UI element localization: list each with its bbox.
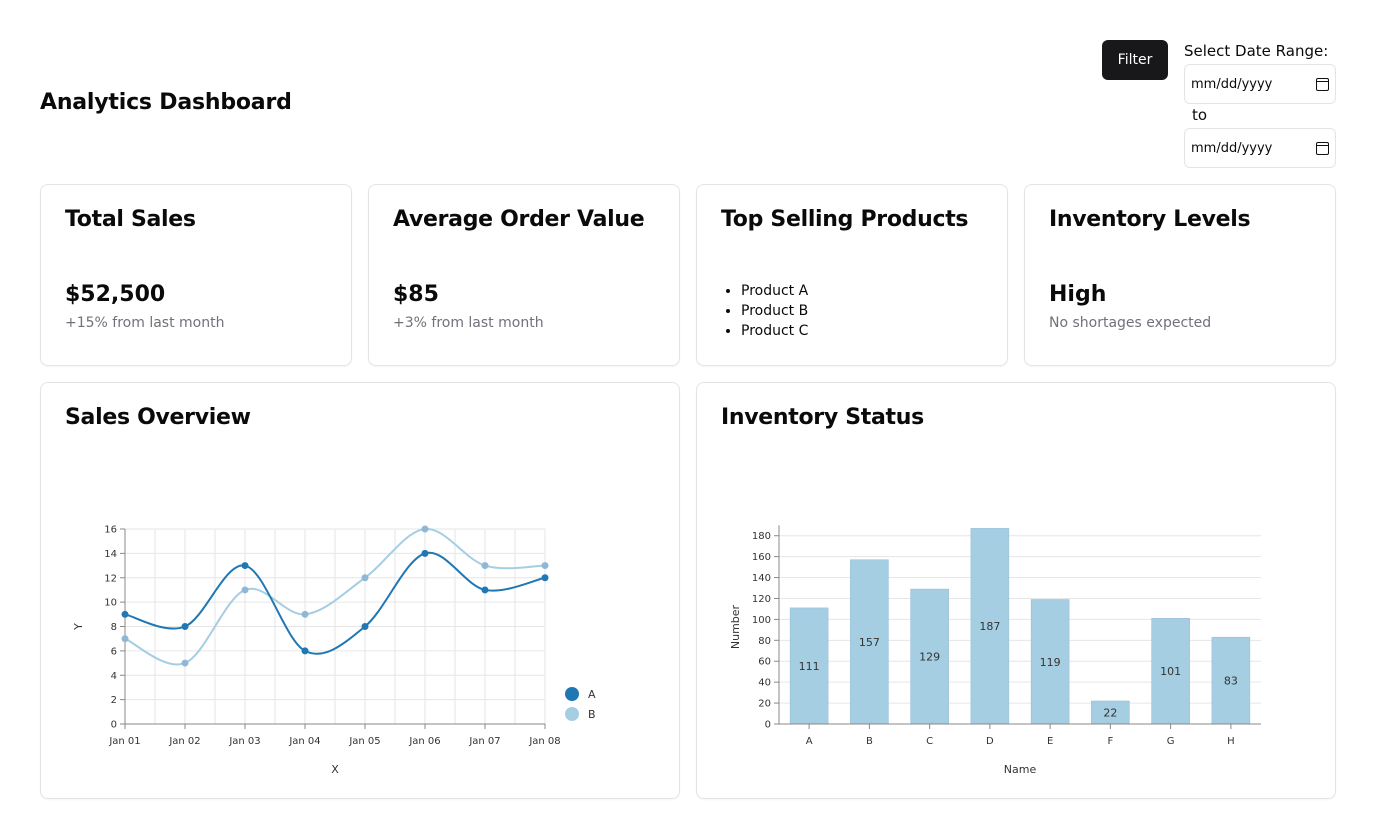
y-tick-label: 2 bbox=[111, 695, 117, 706]
bar-value-label: 22 bbox=[1103, 706, 1117, 719]
data-point bbox=[121, 635, 129, 643]
calendar-icon[interactable] bbox=[1316, 77, 1329, 91]
y-axis-label: Number bbox=[729, 604, 742, 649]
data-point bbox=[301, 610, 309, 618]
y-tick-label: 180 bbox=[752, 531, 771, 542]
legend-swatch bbox=[565, 707, 579, 721]
card-title: Top Selling Products bbox=[721, 207, 969, 232]
y-tick-label: 20 bbox=[758, 699, 771, 710]
bar-value-label: 83 bbox=[1224, 675, 1238, 688]
data-point bbox=[361, 623, 369, 630]
date-to-placeholder: mm/dd/yyyy bbox=[1191, 140, 1273, 156]
data-point bbox=[181, 659, 189, 667]
bar-value-label: 111 bbox=[799, 660, 820, 673]
list-item: Product C bbox=[741, 321, 808, 341]
x-tick-label: E bbox=[1047, 736, 1053, 747]
x-tick-label: A bbox=[806, 736, 813, 747]
y-tick-label: 10 bbox=[104, 598, 117, 609]
x-tick-label: Jan 08 bbox=[528, 736, 560, 747]
x-tick-label: Jan 07 bbox=[468, 736, 500, 747]
y-tick-label: 120 bbox=[752, 594, 771, 605]
stat-value: $85 bbox=[393, 282, 439, 307]
date-range-label: Select Date Range: bbox=[1184, 42, 1329, 60]
y-axis-label: Y bbox=[72, 623, 85, 631]
stat-note: No shortages expected bbox=[1049, 315, 1212, 331]
data-point bbox=[121, 610, 129, 618]
y-tick-label: 4 bbox=[111, 671, 117, 682]
legend-swatch bbox=[565, 687, 579, 701]
x-tick-label: Jan 04 bbox=[288, 736, 320, 747]
sales-overview-panel: Sales Overview 0 2 4 6 8 10 12 14 16 Jan 01 Jan 02… bbox=[40, 382, 680, 799]
bar-value-label: 129 bbox=[919, 651, 940, 664]
y-tick-label: 0 bbox=[111, 720, 117, 731]
legend-label: B bbox=[588, 708, 596, 721]
data-point bbox=[541, 562, 549, 570]
stat-value: High bbox=[1049, 282, 1107, 307]
bar-value-label: 157 bbox=[859, 636, 880, 649]
y-tick-label: 60 bbox=[758, 657, 771, 668]
stat-value: $52,500 bbox=[65, 282, 166, 307]
y-tick-label: 0 bbox=[765, 720, 771, 731]
x-tick-label: B bbox=[866, 736, 873, 747]
card-title: Inventory Levels bbox=[1049, 207, 1251, 232]
y-tick-label: 8 bbox=[111, 622, 117, 633]
y-tick-label: 12 bbox=[104, 573, 117, 584]
total-sales-card: Total Sales $52,500 +15% from last month bbox=[40, 184, 352, 366]
date-to-input[interactable]: mm/dd/yyyy bbox=[1184, 128, 1336, 168]
average-order-card: Average Order Value $85 +3% from last mo… bbox=[368, 184, 680, 366]
data-point bbox=[541, 574, 549, 582]
stat-change: +15% from last month bbox=[65, 315, 225, 331]
x-tick-label: Jan 06 bbox=[408, 736, 440, 747]
x-tick-label: Jan 02 bbox=[168, 736, 200, 747]
y-tick-label: 140 bbox=[752, 573, 771, 584]
y-tick-label: 14 bbox=[104, 549, 117, 560]
sales-line-chart: 0 2 4 6 8 10 12 14 16 Jan 01 Jan 02 Jan 03 Jan 04 Jan… bbox=[72, 525, 596, 777]
date-separator: to bbox=[1192, 106, 1208, 124]
x-tick-label: D bbox=[986, 736, 994, 747]
data-point bbox=[241, 562, 249, 570]
y-tick-label: 80 bbox=[758, 636, 771, 647]
x-tick-label: Jan 03 bbox=[228, 736, 260, 747]
y-tick-label: 160 bbox=[752, 552, 771, 563]
y-tick-label: 40 bbox=[758, 678, 771, 689]
calendar-icon[interactable] bbox=[1316, 141, 1329, 155]
x-tick-label: G bbox=[1167, 736, 1175, 747]
card-title: Average Order Value bbox=[393, 207, 645, 232]
data-point bbox=[241, 586, 249, 594]
bar-value-label: 101 bbox=[1160, 665, 1181, 678]
x-axis-label: X bbox=[331, 763, 339, 776]
date-from-placeholder: mm/dd/yyyy bbox=[1191, 76, 1273, 92]
x-tick-label: F bbox=[1107, 736, 1113, 747]
list-item: Product B bbox=[741, 301, 808, 321]
inventory-status-panel: Inventory Status 0 20 40 60 80 100 120 140 160 18… bbox=[696, 382, 1336, 799]
x-tick-label: H bbox=[1227, 736, 1235, 747]
data-point bbox=[181, 623, 189, 630]
data-point bbox=[421, 549, 429, 557]
x-tick-label: C bbox=[926, 736, 933, 747]
data-point bbox=[481, 586, 489, 594]
bar-value-label: 187 bbox=[979, 620, 1000, 633]
inventory-levels-card: Inventory Levels High No shortages expec… bbox=[1024, 184, 1336, 366]
x-axis-label: Name bbox=[1004, 763, 1037, 776]
card-title: Total Sales bbox=[65, 207, 196, 232]
x-tick-label: Jan 05 bbox=[348, 736, 380, 747]
y-tick-label: 100 bbox=[752, 615, 771, 626]
stat-change: +3% from last month bbox=[393, 315, 544, 331]
inventory-bar-chart: 0 20 40 60 80 100 120 140 160 180 111 A 157 B 129 C 187 D… bbox=[729, 525, 1261, 776]
product-list: Product A Product B Product C bbox=[741, 281, 808, 341]
page-title: Analytics Dashboard bbox=[40, 90, 292, 115]
data-point bbox=[421, 525, 429, 533]
x-tick-label: Jan 01 bbox=[108, 736, 140, 747]
bar-value-label: 119 bbox=[1040, 656, 1061, 669]
y-tick-label: 16 bbox=[104, 525, 117, 536]
list-item: Product A bbox=[741, 281, 808, 301]
data-point bbox=[481, 562, 489, 570]
top-products-card: Top Selling Products Product A Product B… bbox=[696, 184, 1008, 366]
filter-button[interactable]: Filter bbox=[1102, 40, 1168, 80]
legend-label: A bbox=[588, 688, 596, 701]
date-from-input[interactable]: mm/dd/yyyy bbox=[1184, 64, 1336, 104]
data-point bbox=[361, 574, 369, 582]
data-point bbox=[301, 647, 309, 655]
y-tick-label: 6 bbox=[111, 646, 117, 657]
